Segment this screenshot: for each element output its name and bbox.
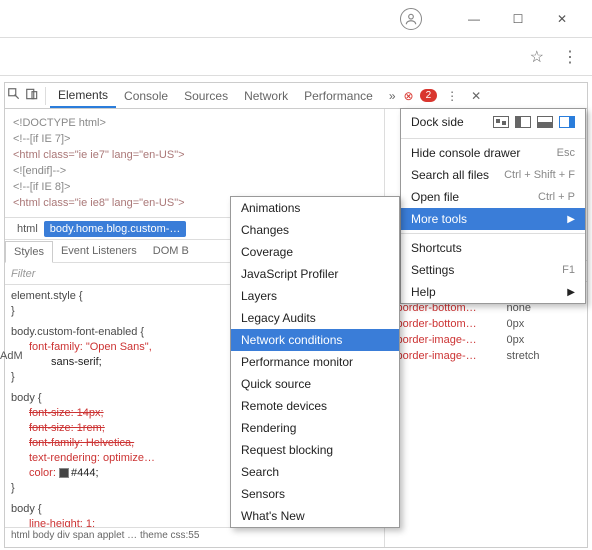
address-bar: ☆ ⋮ [0, 38, 592, 76]
tab-console[interactable]: Console [116, 83, 176, 108]
tab-performance[interactable]: Performance [296, 83, 381, 108]
dock-undock-icon[interactable] [493, 116, 509, 128]
menu-open-file[interactable]: Open fileCtrl + P [401, 186, 585, 208]
inspect-icon[interactable] [5, 87, 23, 104]
submenu-sensors[interactable]: Sensors [231, 483, 399, 505]
tab-styles[interactable]: Styles [5, 241, 53, 263]
device-toggle-icon[interactable] [23, 87, 41, 104]
tab-sources[interactable]: Sources [176, 83, 236, 108]
submenu-network-conditions[interactable]: Network conditions [231, 329, 399, 351]
dock-side-row: Dock side [401, 109, 585, 135]
submenu-js-profiler[interactable]: JavaScript Profiler [231, 263, 399, 285]
css-path: html body div span applet … theme css:55 [5, 527, 384, 547]
maximize-button[interactable]: ☐ [496, 4, 540, 34]
submenu-rendering[interactable]: Rendering [231, 417, 399, 439]
tab-event-listeners[interactable]: Event Listeners [53, 240, 145, 262]
devtools-menu-icon[interactable]: ⋮ [443, 89, 461, 103]
menu-icon[interactable]: ⋮ [562, 47, 578, 67]
dock-right-icon[interactable] [559, 116, 575, 128]
submenu-animations[interactable]: Animations [231, 197, 399, 219]
menu-more-tools[interactable]: More tools▶ [401, 208, 585, 230]
dock-bottom-icon[interactable] [537, 116, 553, 128]
submenu-quick-source[interactable]: Quick source [231, 373, 399, 395]
submenu-request-blocking[interactable]: Request blocking [231, 439, 399, 461]
submenu-whats-new[interactable]: What's New [231, 505, 399, 527]
tab-elements[interactable]: Elements [50, 83, 116, 108]
dock-left-icon[interactable] [515, 116, 531, 128]
tabs-overflow[interactable]: » [381, 83, 404, 108]
submenu-remote-devices[interactable]: Remote devices [231, 395, 399, 417]
submenu-layers[interactable]: Layers [231, 285, 399, 307]
star-icon[interactable]: ☆ [530, 47, 544, 67]
menu-hide-drawer[interactable]: Hide console drawerEsc [401, 142, 585, 164]
tab-dom-breakpoints[interactable]: DOM B [145, 240, 197, 262]
error-icon[interactable]: ⊗ [404, 89, 414, 103]
devtools-main-menu: Dock side Hide console drawerEsc Search … [400, 108, 586, 304]
menu-search-all[interactable]: Search all filesCtrl + Shift + F [401, 164, 585, 186]
close-button[interactable]: ✕ [540, 4, 584, 34]
window-titlebar: — ☐ ✕ [0, 0, 592, 38]
submenu-coverage[interactable]: Coverage [231, 241, 399, 263]
tab-network[interactable]: Network [236, 83, 296, 108]
submenu-search[interactable]: Search [231, 461, 399, 483]
submenu-perf-monitor[interactable]: Performance monitor [231, 351, 399, 373]
devtools-toolbar: Elements Console Sources Network Perform… [5, 83, 587, 109]
profile-avatar-icon[interactable] [400, 8, 422, 30]
submenu-changes[interactable]: Changes [231, 219, 399, 241]
ad-label: AdM [0, 350, 23, 362]
submenu-legacy-audits[interactable]: Legacy Audits [231, 307, 399, 329]
more-tools-submenu: Animations Changes Coverage JavaScript P… [230, 196, 400, 528]
menu-settings[interactable]: SettingsF1 [401, 259, 585, 281]
devtools-close-icon[interactable]: ✕ [467, 89, 485, 103]
menu-help[interactable]: Help▶ [401, 281, 585, 303]
menu-shortcuts[interactable]: Shortcuts [401, 237, 585, 259]
error-count[interactable]: 2 [420, 89, 438, 102]
minimize-button[interactable]: — [452, 4, 496, 34]
